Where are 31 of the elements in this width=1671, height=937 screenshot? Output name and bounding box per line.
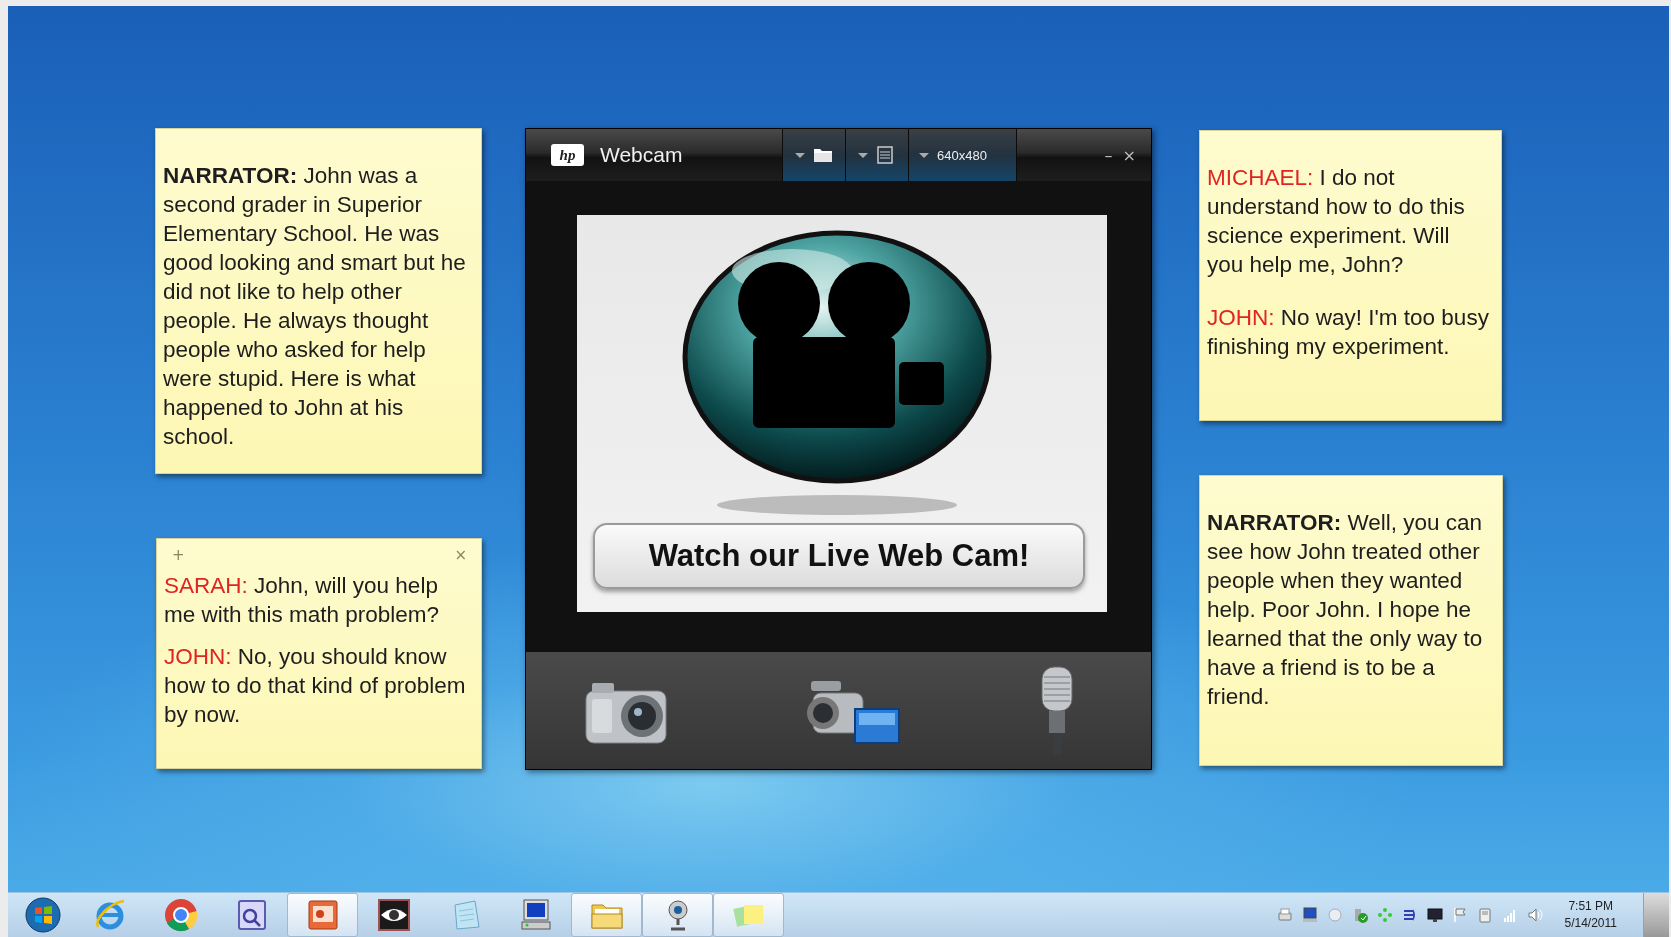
folder-dropdown[interactable] <box>782 129 845 181</box>
note-text: MICHAEL: I do not understand how to do this science experiment. Will you help me, John? <box>1207 164 1466 279</box>
note-text: NARRATOR: John was a second grader in Superior Elementary School. He was good looking and smart but he did not like to help other people. He always thought people who asked for help were stupid. Here is what happened to John at his school. <box>163 162 467 451</box>
window-title: Webcam <box>600 143 684 167</box>
eye-icon <box>375 897 412 933</box>
close-button[interactable]: × <box>454 546 467 564</box>
close-button[interactable]: × <box>1117 145 1141 165</box>
caret-icon <box>795 152 805 158</box>
windows-orb-icon <box>25 897 61 933</box>
logo: hp <box>551 144 584 166</box>
note-text: JOHN: No, you should know how to do that kind of problem by now. <box>164 643 467 729</box>
note-text: JOHN: No way! I'm too busy finishing my experiment. <box>1207 304 1490 361</box>
resolution-dropdown[interactable]: 640x480 <box>908 129 1016 181</box>
speaker-icon[interactable] <box>1525 906 1544 924</box>
printer-icon[interactable] <box>1275 906 1294 924</box>
monitor-icon[interactable] <box>1425 906 1444 924</box>
clock-time: 7:51 PM <box>1568 898 1614 915</box>
minimize-button[interactable]: – <box>1099 145 1118 165</box>
caret-icon <box>919 152 929 158</box>
round-logo-icon <box>162 897 199 933</box>
note-text: NARRATOR: Well, you can see how John treated other people when they wanted help. Poor John. I hope he learned that the only way to have a friend is to be a friend. <box>1207 509 1484 711</box>
document-icon <box>876 146 896 164</box>
folder-icon <box>813 146 833 164</box>
note-text: SARAH: John, will you help me with this math problem? <box>164 572 441 629</box>
taskbar-button[interactable] <box>642 893 713 937</box>
file-dropdown[interactable] <box>845 129 908 181</box>
computer-icon[interactable] <box>1300 906 1319 924</box>
caret-icon <box>858 152 868 158</box>
add-note-button[interactable]: + <box>172 546 185 564</box>
clock-date: 5/14/2011 <box>1564 915 1617 932</box>
banner-text: Watch our Live Web Cam! <box>593 523 1085 589</box>
